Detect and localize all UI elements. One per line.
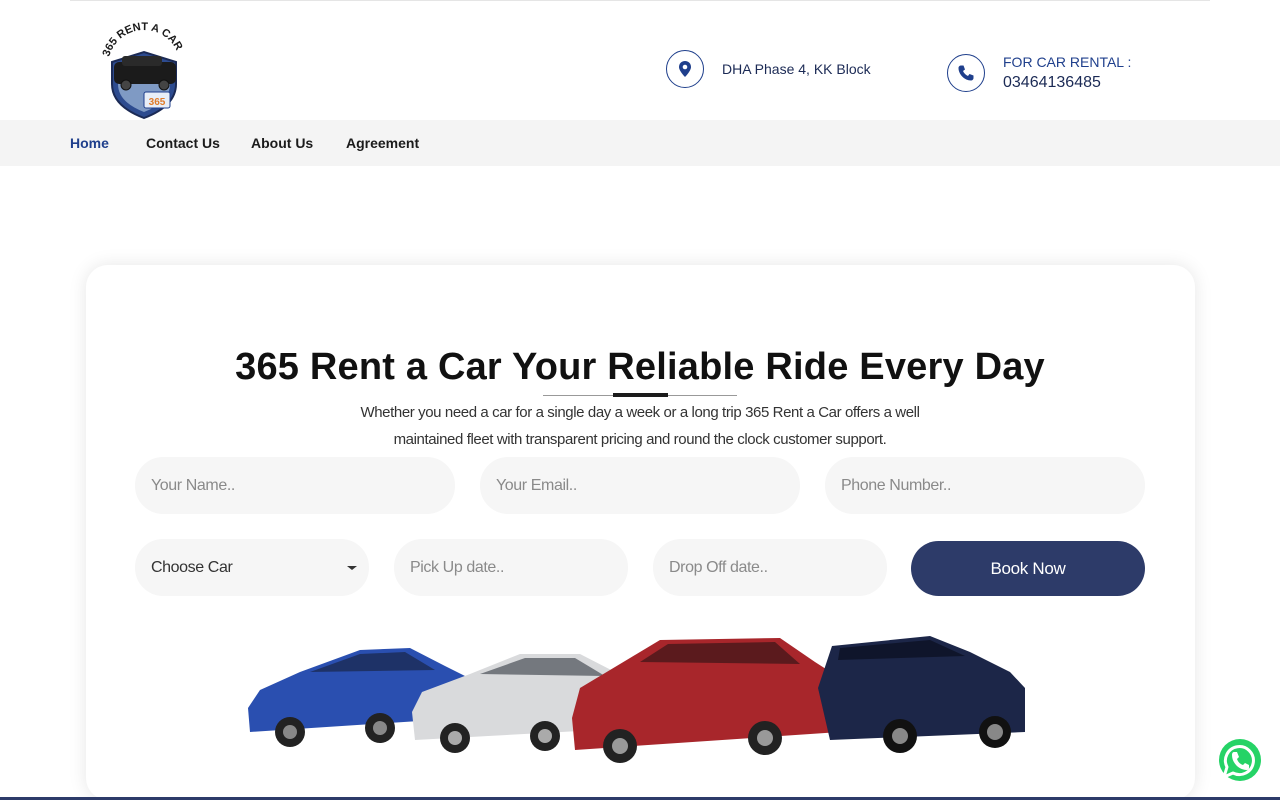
svg-text:365: 365	[149, 97, 166, 108]
chevron-down-icon	[347, 565, 357, 570]
whatsapp-button[interactable]	[1217, 737, 1263, 783]
dropoff-date-input[interactable]	[653, 539, 887, 596]
nav-item-home[interactable]: Home	[70, 135, 109, 151]
phone-number[interactable]: 03464136485	[1003, 74, 1131, 92]
phone-icon	[947, 54, 985, 92]
phone-info[interactable]: FOR CAR RENTAL : 03464136485	[947, 54, 1131, 92]
location-pin-icon	[666, 50, 704, 88]
phone-input[interactable]	[825, 457, 1145, 514]
name-input[interactable]	[135, 457, 455, 514]
whatsapp-icon	[1219, 739, 1261, 781]
choose-car-value: Choose Car	[151, 558, 233, 576]
title-underline-accent	[613, 393, 668, 397]
red-suv-image	[572, 638, 840, 763]
address-info: DHA Phase 4, KK Block	[666, 50, 871, 88]
brand-logo[interactable]: 365 RENT A CAR 365	[94, 21, 194, 120]
pickup-date-input[interactable]	[394, 539, 628, 596]
hero-title: 365 Rent a Car Your Reliable Ride Every …	[235, 346, 1045, 388]
email-input[interactable]	[480, 457, 800, 514]
address-text: DHA Phase 4, KK Block	[722, 61, 871, 77]
fleet-cars-image	[240, 628, 1030, 768]
nav-item-about-us[interactable]: About Us	[251, 135, 313, 151]
nav-item-contact-us[interactable]: Contact Us	[146, 135, 220, 151]
phone-label: FOR CAR RENTAL :	[1003, 54, 1132, 70]
hero-subtitle: Whether you need a car for a single day …	[360, 404, 920, 448]
book-now-button[interactable]: Book Now	[911, 541, 1145, 596]
choose-car-select[interactable]: Choose Car	[135, 539, 369, 596]
navy-suv-image	[818, 636, 1025, 753]
nav-item-agreement[interactable]: Agreement	[346, 135, 419, 151]
main-nav: Home Contact Us About Us Agreement	[0, 120, 1280, 166]
top-divider	[70, 0, 1210, 1]
